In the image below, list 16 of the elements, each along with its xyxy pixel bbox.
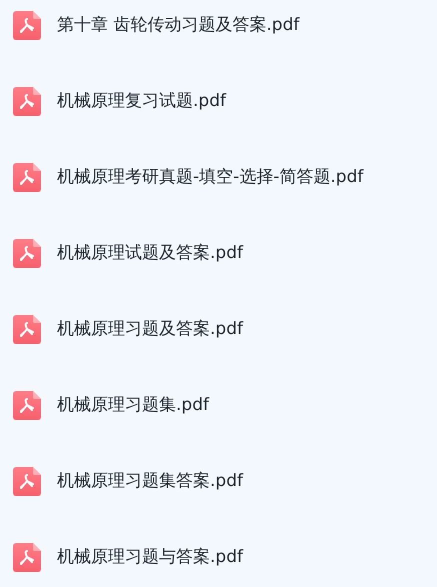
pdf-file-icon [13,11,41,40]
file-name[interactable]: 机械原理习题集.pdf [57,391,209,420]
file-name[interactable]: 机械原理考研真题-填空-选择-简答题.pdf [57,163,364,192]
file-name[interactable]: 机械原理习题与答案.pdf [57,543,243,572]
pdf-file-icon [13,87,41,116]
file-name[interactable]: 机械原理复习试题.pdf [57,87,226,116]
file-name[interactable]: 第十章 齿轮传动习题及答案.pdf [57,11,300,40]
file-name[interactable]: 机械原理习题及答案.pdf [57,315,243,344]
file-name[interactable]: 机械原理试题及答案.pdf [57,239,243,268]
pdf-file-icon [13,543,41,572]
pdf-file-icon [13,239,41,268]
pdf-file-icon [13,315,41,344]
pdf-file-icon [13,391,41,420]
pdf-file-icon [13,163,41,192]
pdf-file-icon [13,467,41,496]
file-name[interactable]: 机械原理习题集答案.pdf [57,467,243,496]
